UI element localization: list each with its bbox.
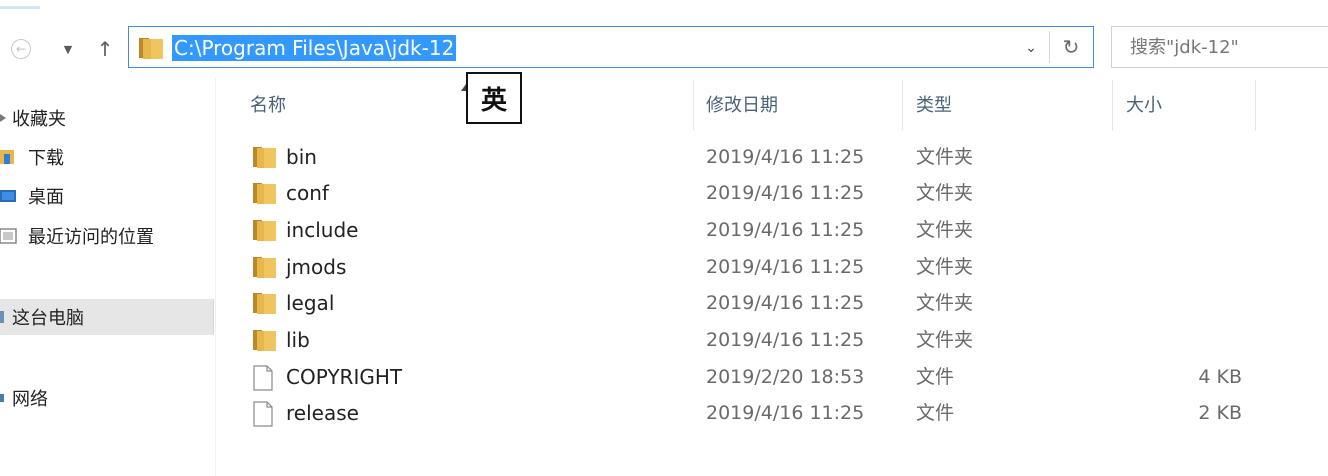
file-type: 文件 <box>916 366 955 388</box>
file-row-include[interactable]: include 2019/4/16 11:25 文件夹 <box>232 212 1256 248</box>
recent-places-icon <box>0 227 18 245</box>
column-header-name[interactable]: 名称 <box>250 78 286 130</box>
column-header-label: 名称 <box>250 95 286 116</box>
file-type: 文件夹 <box>916 256 974 278</box>
desktop-icon <box>0 187 18 205</box>
file-name: include <box>286 218 359 242</box>
back-arrow-icon: ← <box>11 39 31 59</box>
search-input[interactable]: 搜索"jdk-12" <box>1111 26 1328 68</box>
column-resize-handle[interactable] <box>693 80 694 130</box>
navigation-pane: 收藏夹 下载 桌面 最近访问的位置 这台电脑 网络 <box>0 78 216 476</box>
sidebar-item-label: 这台电脑 <box>12 308 84 329</box>
file-type: 文件夹 <box>916 292 974 314</box>
file-type: 文件夹 <box>916 329 974 351</box>
file-row-legal[interactable]: legal 2019/4/16 11:25 文件夹 <box>232 285 1256 321</box>
chevron-down-icon: ▼ <box>63 42 73 56</box>
column-header-label: 修改日期 <box>706 95 778 116</box>
recent-locations-dropdown[interactable]: ▼ <box>56 38 80 60</box>
window-top-strip <box>0 0 1328 18</box>
file-date: 2019/4/16 11:25 <box>706 402 865 424</box>
file-date: 2019/2/20 18:53 <box>706 366 865 388</box>
file-row-copyright[interactable]: COPYRIGHT 2019/2/20 18:53 文件 4 KB <box>232 359 1256 395</box>
sidebar-item-desktop[interactable]: 桌面 <box>0 178 214 214</box>
file-name: legal <box>286 291 335 315</box>
folder-icon <box>252 291 278 319</box>
refresh-button[interactable]: ↻ <box>1057 33 1085 61</box>
file-name: conf <box>286 181 329 205</box>
file-date: 2019/4/16 11:25 <box>706 256 865 278</box>
file-size: 4 KB <box>1198 366 1242 388</box>
folder-icon <box>252 145 278 173</box>
folder-icon <box>137 35 165 65</box>
back-button[interactable]: ← <box>6 34 36 64</box>
file-row-jmods[interactable]: jmods 2019/4/16 11:25 文件夹 <box>232 249 1256 285</box>
folder-icon <box>252 255 278 283</box>
sidebar-item-downloads[interactable]: 下载 <box>0 139 214 175</box>
file-name: jmods <box>286 255 347 279</box>
address-dropdown-button[interactable]: ⌄ <box>1019 35 1043 61</box>
file-name: lib <box>286 328 310 352</box>
title-tab-accent <box>0 6 40 9</box>
file-row-conf[interactable]: conf 2019/4/16 11:25 文件夹 <box>232 175 1256 211</box>
file-date: 2019/4/16 11:25 <box>706 219 865 241</box>
folder-icon <box>252 218 278 246</box>
ime-language-indicator: 英 <box>466 72 522 124</box>
column-header-type[interactable]: 类型 <box>916 78 952 130</box>
navigation-pane-divider <box>215 78 216 476</box>
column-resize-handle[interactable] <box>1255 80 1256 130</box>
chevron-down-icon: ⌄ <box>1025 40 1037 56</box>
address-path-text[interactable]: C:\Program Files\Java\jdk-12 <box>172 35 457 61</box>
file-type: 文件 <box>916 402 955 424</box>
file-row-lib[interactable]: lib 2019/4/16 11:25 文件夹 <box>232 322 1256 358</box>
file-name: release <box>286 401 359 425</box>
address-divider <box>1049 31 1050 63</box>
sidebar-item-label: 收藏夹 <box>12 109 66 130</box>
refresh-icon: ↻ <box>1062 35 1080 59</box>
up-one-level-button[interactable]: ↑ <box>92 36 118 62</box>
file-size: 2 KB <box>1198 402 1242 424</box>
sidebar-item-this-pc[interactable]: 这台电脑 <box>0 299 214 335</box>
folder-icon <box>252 181 278 209</box>
sidebar-item-network[interactable]: 网络 <box>0 380 214 416</box>
column-header-date[interactable]: 修改日期 <box>706 78 778 130</box>
file-row-bin[interactable]: bin 2019/4/16 11:25 文件夹 <box>232 139 1256 175</box>
file-date: 2019/4/16 11:25 <box>706 292 865 314</box>
file-type: 文件夹 <box>916 146 974 168</box>
file-name: bin <box>286 145 317 169</box>
column-header-label: 类型 <box>916 95 952 116</box>
file-type: 文件夹 <box>916 219 974 241</box>
file-icon <box>252 401 274 431</box>
sidebar-item-label: 网络 <box>12 389 48 410</box>
address-bar[interactable]: C:\Program Files\Java\jdk-12 ⌄ ↻ <box>128 26 1094 68</box>
sidebar-item-recent-places[interactable]: 最近访问的位置 <box>0 218 214 254</box>
file-icon <box>252 365 274 395</box>
folder-icon <box>252 328 278 356</box>
column-header-size[interactable]: 大小 <box>1126 78 1162 130</box>
file-date: 2019/4/16 11:25 <box>706 146 865 168</box>
file-name: COPYRIGHT <box>286 365 403 389</box>
file-row-release[interactable]: release 2019/4/16 11:25 文件 2 KB <box>232 395 1256 431</box>
file-date: 2019/4/16 11:25 <box>706 329 865 351</box>
column-resize-handle[interactable] <box>902 80 903 130</box>
sidebar-item-label: 最近访问的位置 <box>28 227 154 248</box>
search-placeholder: 搜索"jdk-12" <box>1130 37 1239 58</box>
sidebar-item-favorites[interactable]: 收藏夹 <box>0 100 214 136</box>
file-type: 文件夹 <box>916 182 974 204</box>
column-header-label: 大小 <box>1126 95 1162 116</box>
up-arrow-icon: ↑ <box>96 37 114 61</box>
sidebar-item-label: 桌面 <box>28 187 64 208</box>
file-date: 2019/4/16 11:25 <box>706 182 865 204</box>
download-folder-icon <box>0 148 18 166</box>
column-resize-handle[interactable] <box>1112 80 1113 130</box>
sidebar-item-label: 下载 <box>28 148 64 169</box>
